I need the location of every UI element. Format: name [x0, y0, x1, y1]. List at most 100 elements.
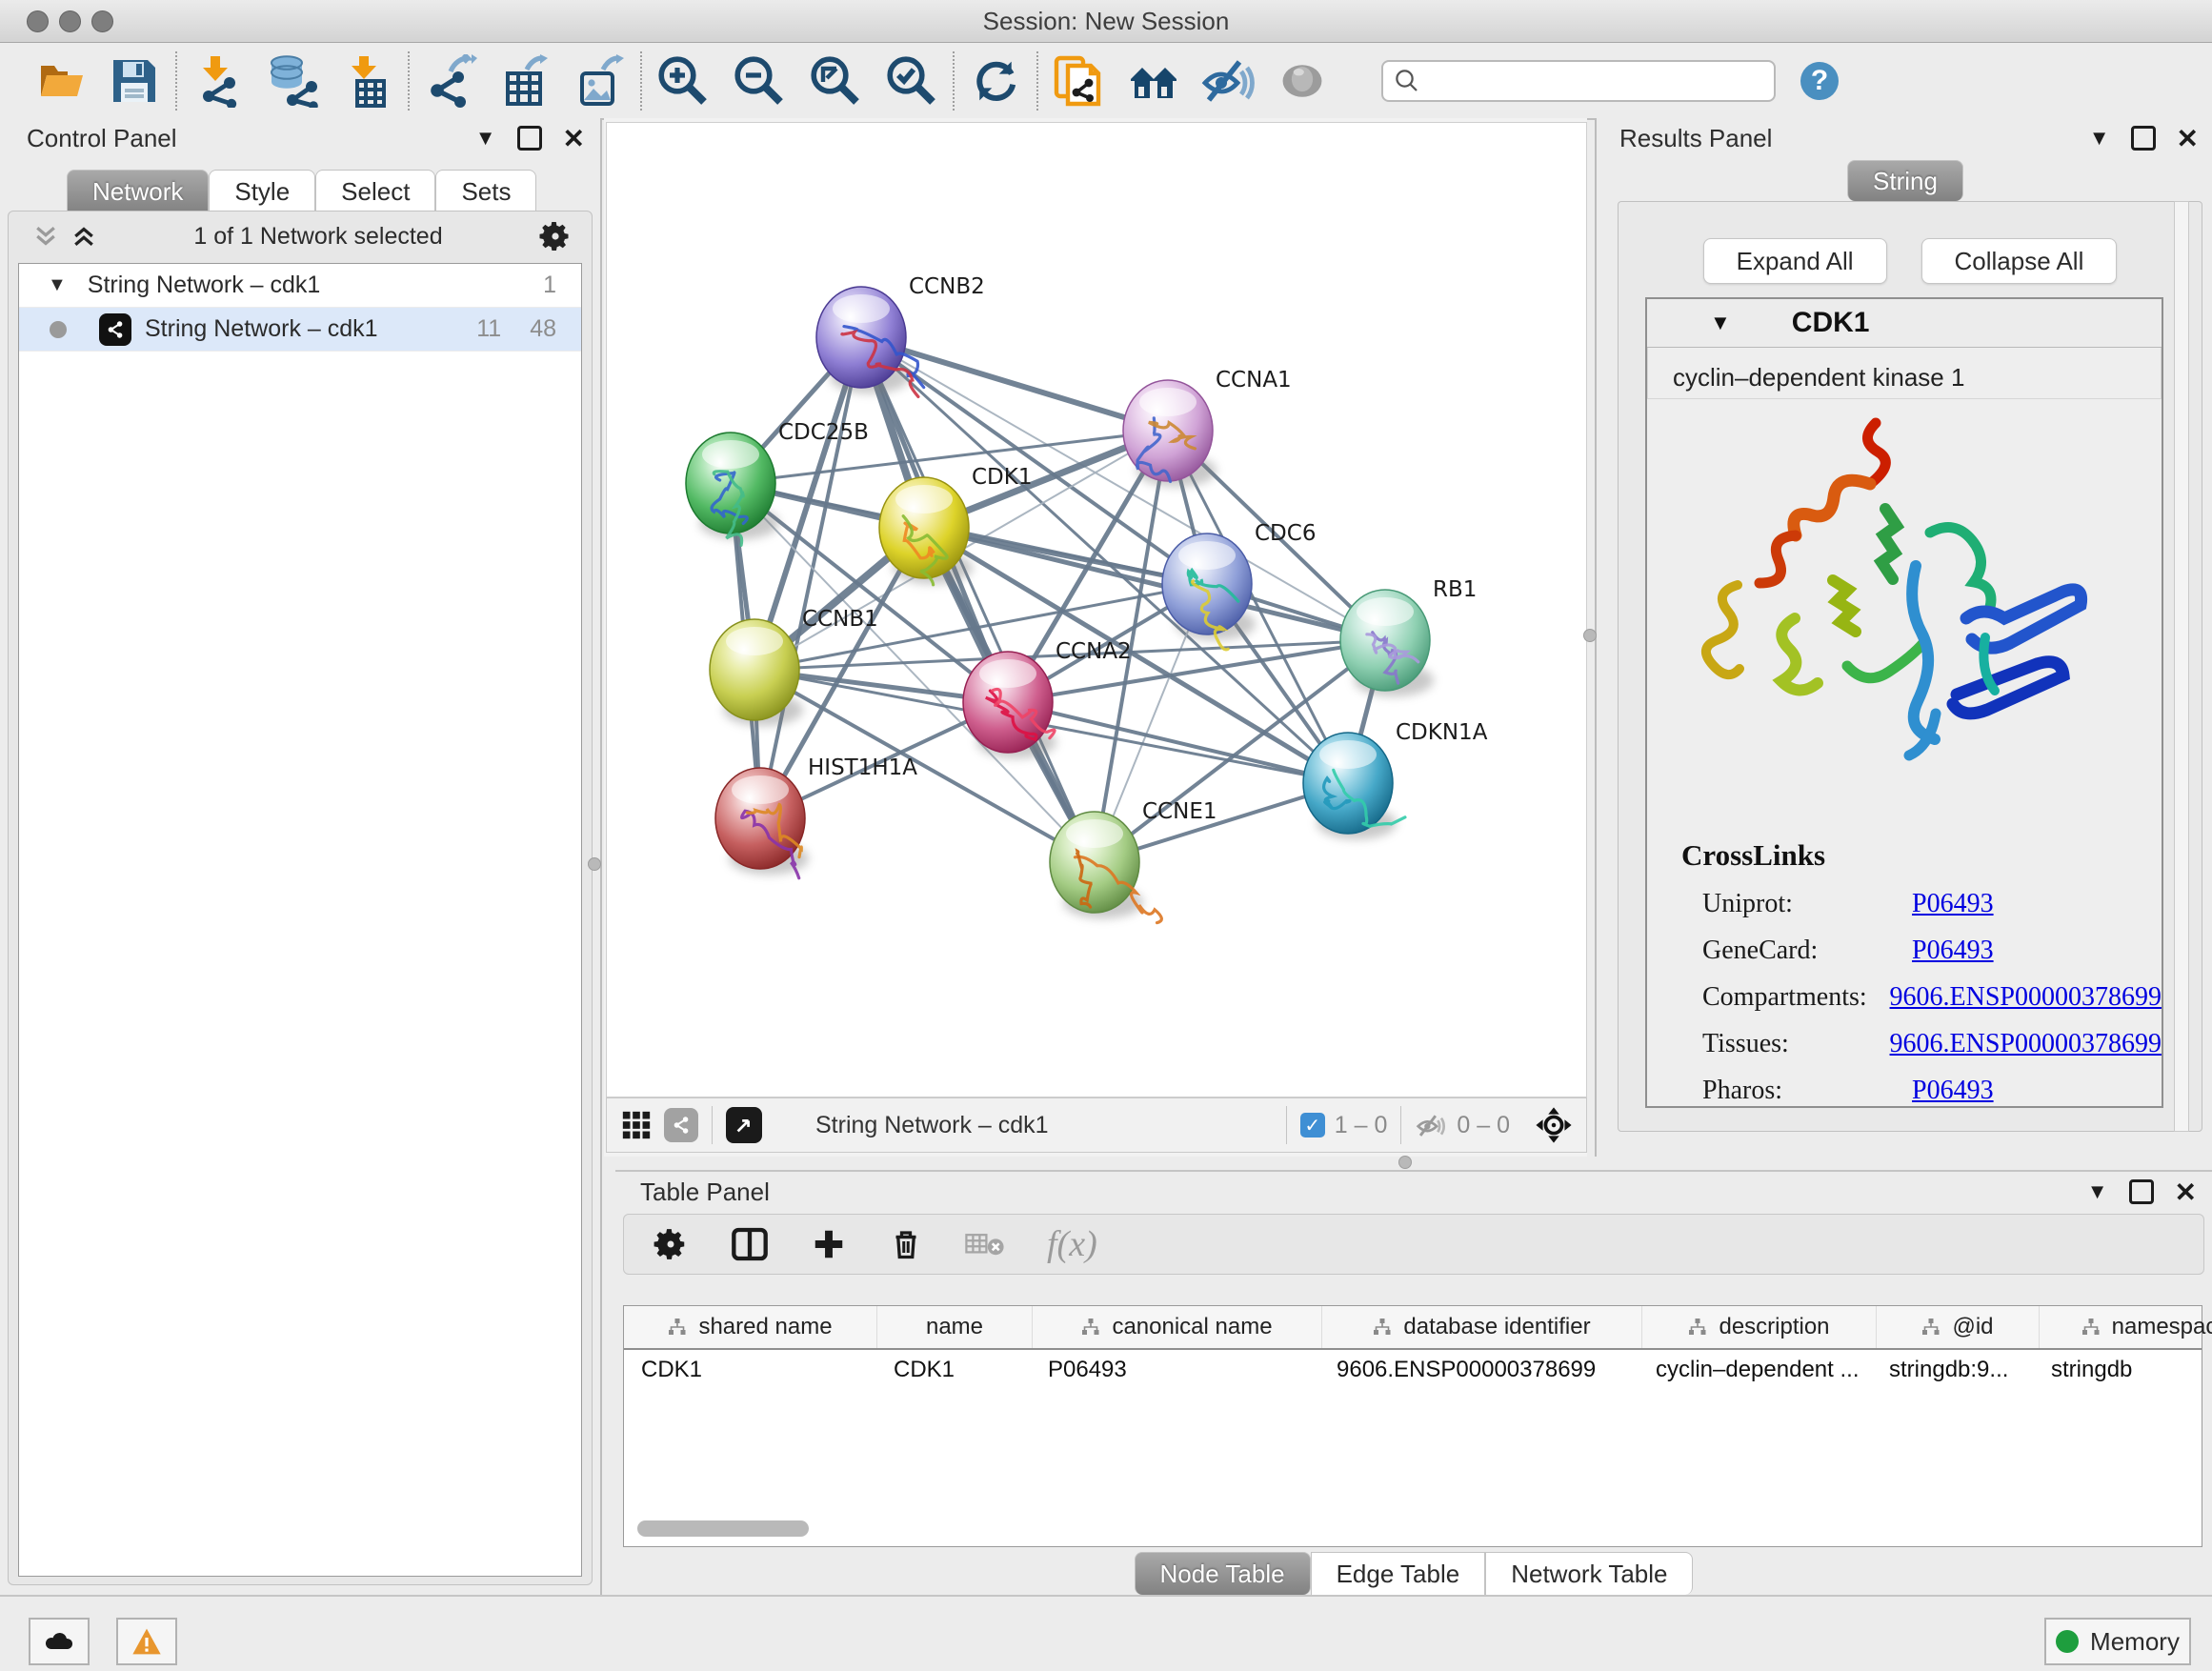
hide-selected-icon[interactable] [1200, 53, 1256, 109]
show-all-icon[interactable] [1275, 53, 1330, 109]
network-badge-icon[interactable] [664, 1108, 698, 1142]
genecard-link[interactable]: P06493 [1912, 936, 1994, 966]
panel-menu-icon[interactable]: ▼ [2087, 1179, 2108, 1204]
table-cell[interactable]: P06493 [1031, 1357, 1319, 1383]
hidden-elements-icon[interactable] [1415, 1109, 1447, 1141]
column-header-canonical-name[interactable]: canonical name [1033, 1306, 1322, 1348]
help-icon[interactable]: ? [1800, 62, 1839, 100]
selected-nodes-checkbox-icon[interactable]: ✓ [1300, 1113, 1325, 1137]
network-node[interactable]: CCNB2 [816, 274, 985, 396]
delete-table-icon[interactable] [965, 1230, 1005, 1258]
pharos-link[interactable]: P06493 [1912, 1076, 1994, 1106]
panel-menu-icon[interactable]: ▼ [475, 126, 496, 151]
column-header-shared-name[interactable]: shared name [624, 1306, 877, 1348]
zoom-selected-icon[interactable] [884, 53, 939, 109]
network-node[interactable]: HIST1H1A [715, 755, 917, 878]
panel-float-icon[interactable] [2131, 126, 2156, 151]
zoom-fit-icon[interactable] [808, 53, 863, 109]
tab-sets[interactable]: Sets [435, 170, 536, 212]
network-edge[interactable] [760, 337, 861, 818]
show-columns-icon[interactable] [731, 1225, 769, 1263]
collection-expander-icon[interactable]: ▼ [48, 274, 67, 296]
node-count: 11 [476, 315, 501, 343]
import-network-database-icon[interactable] [265, 53, 320, 109]
left-splitter-handle[interactable] [588, 857, 601, 871]
column-header-namespac[interactable]: namespac [2040, 1306, 2212, 1348]
panel-menu-icon[interactable]: ▼ [2089, 126, 2110, 151]
memory-button[interactable]: Memory [2044, 1618, 2191, 1665]
panel-float-icon[interactable] [517, 126, 542, 151]
tab-string[interactable]: String [1847, 160, 1963, 201]
network-node[interactable]: RB1 [1340, 577, 1477, 696]
column-header-name[interactable]: name [877, 1306, 1033, 1348]
network-canvas[interactable]: CCNB2CCNA1CDC25BCDK1CDC6RB1CCNB1CCNA2CDK… [606, 122, 1587, 1097]
table-hscrollbar[interactable] [637, 1520, 809, 1537]
gene-expander-icon[interactable]: ▼ [1710, 311, 1731, 335]
grid-view-icon[interactable] [620, 1109, 653, 1141]
table-cell[interactable]: stringdb:9... [1872, 1357, 2034, 1383]
tab-select[interactable]: Select [315, 170, 435, 212]
network-options-gear-icon[interactable] [538, 219, 573, 253]
duplicate-network-icon[interactable] [1052, 53, 1107, 109]
create-column-icon[interactable] [811, 1226, 847, 1262]
refresh-icon[interactable] [968, 53, 1023, 109]
table-cell[interactable]: CDK1 [876, 1357, 1031, 1383]
zoom-in-icon[interactable] [655, 53, 711, 109]
gene-header[interactable]: ▼ CDK1 [1647, 299, 2162, 348]
open-file-icon[interactable] [34, 53, 90, 109]
network-node[interactable]: CDC6 [1162, 521, 1316, 650]
uniprot-link[interactable]: P06493 [1912, 889, 1994, 919]
column-header-@id[interactable]: @id [1877, 1306, 2040, 1348]
tab-network[interactable]: Network [67, 170, 209, 212]
first-neighbors-icon[interactable] [1126, 53, 1181, 109]
compartments-link[interactable]: 9606.ENSP00000378699 [1890, 982, 2162, 1013]
network-node[interactable]: CDC25B [686, 420, 869, 545]
save-session-icon[interactable] [107, 53, 162, 109]
tab-node-table[interactable]: Node Table [1135, 1552, 1311, 1595]
panel-close-icon[interactable]: ✕ [563, 123, 585, 154]
zoom-out-icon[interactable] [732, 53, 787, 109]
panel-float-icon[interactable] [2129, 1179, 2154, 1204]
tab-edge-table[interactable]: Edge Table [1311, 1552, 1486, 1595]
column-header-database-identifier[interactable]: database identifier [1322, 1306, 1642, 1348]
table-cell[interactable]: stringdb [2034, 1357, 2212, 1383]
table-cell[interactable]: CDK1 [624, 1357, 876, 1383]
tab-network-table[interactable]: Network Table [1485, 1552, 1693, 1595]
network-node[interactable]: CCNE1 [1050, 799, 1217, 923]
column-header-description[interactable]: description [1642, 1306, 1877, 1348]
import-table-icon[interactable] [339, 53, 394, 109]
export-table-icon[interactable] [497, 53, 553, 109]
table-cell[interactable]: 9606.ENSP00000378699 [1319, 1357, 1639, 1383]
collapse-all-networks-icon[interactable] [31, 222, 60, 251]
table-options-gear-icon[interactable] [653, 1226, 689, 1262]
table-cell[interactable]: cyclin–dependent ... [1639, 1357, 1872, 1383]
tissues-link[interactable]: 9606.ENSP00000378699 [1890, 1029, 2162, 1059]
delete-column-icon[interactable] [889, 1227, 923, 1261]
quick-search-input[interactable] [1421, 67, 1739, 95]
network-collection-row[interactable]: ▼ String Network – cdk1 1 [19, 264, 581, 308]
expand-all-networks-icon[interactable] [70, 222, 98, 251]
network-node[interactable]: CCNA1 [1123, 368, 1292, 487]
results-scrollbar[interactable] [2174, 201, 2189, 1132]
expand-all-button[interactable]: Expand All [1703, 238, 1887, 284]
panel-close-icon[interactable]: ✕ [2175, 1177, 2197, 1208]
warnings-button[interactable] [116, 1618, 177, 1665]
network-row[interactable]: String Network – cdk1 11 48 [19, 308, 581, 352]
network-node[interactable]: CDKN1A [1303, 720, 1488, 839]
cloud-status-button[interactable] [29, 1618, 90, 1665]
function-builder-icon[interactable]: f(x) [1047, 1223, 1097, 1265]
import-network-file-icon[interactable] [191, 53, 246, 109]
fit-selected-icon[interactable] [1535, 1106, 1573, 1144]
network-edge[interactable] [861, 337, 1168, 431]
collapse-all-button[interactable]: Collapse All [1921, 238, 2118, 284]
bottom-splitter-handle[interactable] [1398, 1156, 1412, 1169]
network-edge[interactable] [861, 337, 1095, 862]
panel-close-icon[interactable]: ✕ [2177, 123, 2199, 154]
right-splitter-handle[interactable] [1583, 629, 1597, 642]
export-image-icon[interactable] [572, 53, 627, 109]
export-network-icon[interactable] [423, 53, 478, 109]
table-row[interactable]: CDK1CDK1P064939606.ENSP00000378699cyclin… [624, 1350, 2202, 1390]
tab-style[interactable]: Style [209, 170, 315, 212]
network-node[interactable]: CDK1 [879, 465, 1033, 585]
birds-eye-view-icon[interactable] [726, 1107, 762, 1143]
